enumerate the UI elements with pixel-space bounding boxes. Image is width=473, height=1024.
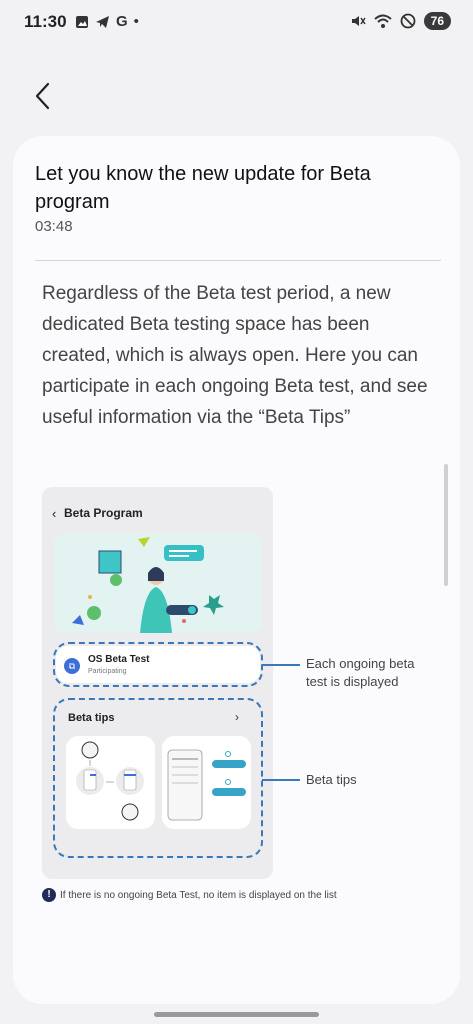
hero-artwork <box>72 537 224 633</box>
telegram-icon <box>96 15 109 28</box>
beta-program-illustration: ‹ Beta Program ⧉ OS Beta Test Participat… <box>42 487 273 879</box>
message-title: Let you know the new update for Beta pro… <box>35 163 371 213</box>
google-icon: G <box>116 13 128 30</box>
hero-image <box>54 533 262 633</box>
info-icon: ! <box>42 888 56 902</box>
callout-line-2 <box>262 779 300 781</box>
wifi-icon <box>373 14 392 28</box>
note: ! If there is no ongoing Beta Test, no i… <box>42 888 337 902</box>
do-not-disturb-icon <box>400 13 416 29</box>
status-left-icons: G • <box>75 13 139 30</box>
status-bar: 11:30 G • 76 <box>0 0 473 44</box>
illustration-title: Beta Program <box>64 506 143 520</box>
dot-icon: • <box>133 13 139 30</box>
note-text: If there is no ongoing Beta Test, no ite… <box>60 889 337 901</box>
home-indicator[interactable] <box>154 1012 319 1017</box>
divider <box>35 260 441 261</box>
beta-tips-highlight <box>53 698 263 858</box>
os-beta-highlight <box>53 642 263 687</box>
message-time: 03:48 <box>35 218 73 235</box>
battery-icon: 76 <box>423 12 451 30</box>
mute-icon <box>351 16 366 26</box>
message-card: Let you know the new update for Beta pro… <box>13 136 460 1004</box>
callout-line-1 <box>262 664 300 666</box>
back-arrow-icon[interactable] <box>28 80 60 112</box>
gallery-icon <box>76 15 88 28</box>
callout-beta-tips: Beta tips <box>306 772 357 787</box>
scrollbar[interactable] <box>444 464 448 586</box>
status-right-icons: 76 <box>350 12 451 30</box>
status-time: 11:30 <box>24 12 67 31</box>
message-body: Regardless of the Beta test period, a ne… <box>42 283 428 428</box>
callout-ongoing-beta: Each ongoing beta test is displayed <box>306 656 415 689</box>
illustration-back-icon: ‹ <box>52 506 57 521</box>
